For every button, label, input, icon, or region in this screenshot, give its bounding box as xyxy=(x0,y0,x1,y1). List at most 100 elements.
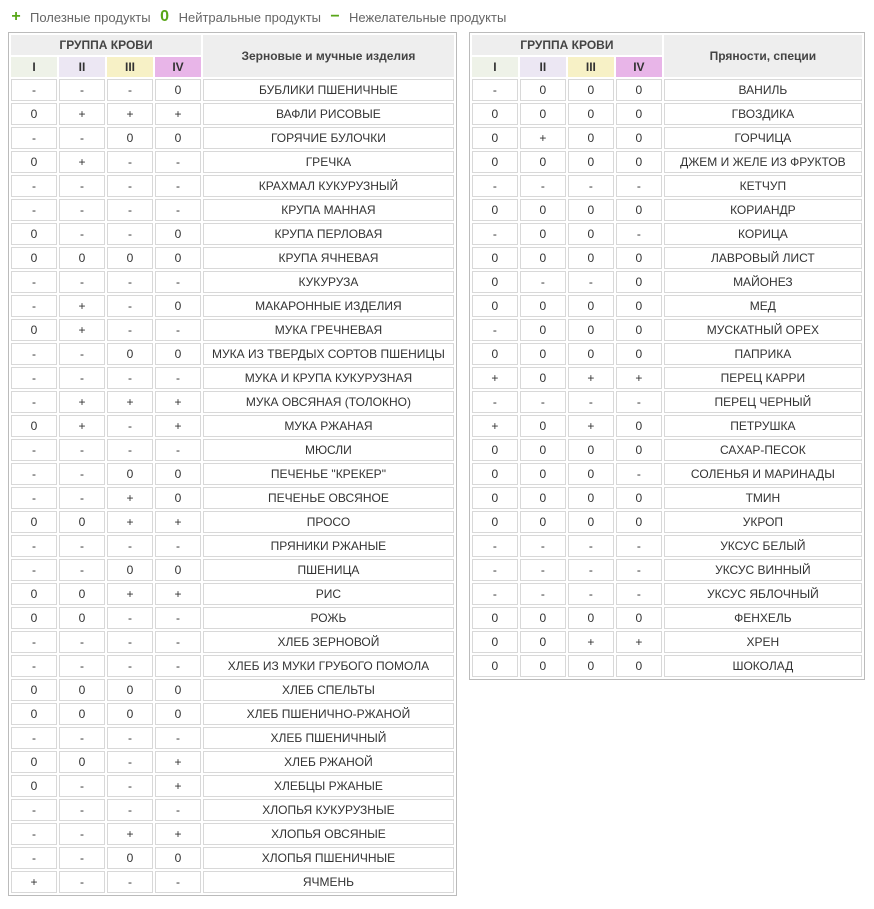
food-name: ХЛЕБ ПШЕНИЧНО-РЖАНОЙ xyxy=(203,703,454,725)
food-name: СОЛЕНЬЯ И МАРИНАДЫ xyxy=(664,463,862,485)
value-cell: + xyxy=(568,631,614,653)
value-cell: - xyxy=(616,223,662,245)
food-name: КРАХМАЛ КУКУРУЗНЫЙ xyxy=(203,175,454,197)
table-row: 0--+ХЛЕБЦЫ РЖАНЫЕ xyxy=(11,775,454,797)
food-name: ХЛЕБ РЖАНОЙ xyxy=(203,751,454,773)
legend-minus-label: Нежелательные продукты xyxy=(349,10,506,25)
value-cell: - xyxy=(107,439,153,461)
value-cell: - xyxy=(155,871,201,893)
value-cell: + xyxy=(568,415,614,437)
value-cell: 0 xyxy=(155,127,201,149)
value-cell: - xyxy=(107,871,153,893)
value-cell: - xyxy=(11,799,57,821)
table-row: 0+00ГОРЧИЦА xyxy=(472,127,862,149)
food-name: МАКАРОННЫЕ ИЗДЕЛИЯ xyxy=(203,295,454,317)
value-cell: - xyxy=(520,391,566,413)
value-cell: 0 xyxy=(520,295,566,317)
value-cell: - xyxy=(472,391,518,413)
value-cell: + xyxy=(155,103,201,125)
value-cell: - xyxy=(59,487,105,509)
table-row: 0000ХЛЕБ ПШЕНИЧНО-РЖАНОЙ xyxy=(11,703,454,725)
food-name: МУКА ОВСЯНАЯ (ТОЛОКНО) xyxy=(203,391,454,413)
value-cell: - xyxy=(568,535,614,557)
value-cell: 0 xyxy=(616,511,662,533)
value-cell: 0 xyxy=(568,127,614,149)
value-cell: 0 xyxy=(616,319,662,341)
value-cell: 0 xyxy=(568,247,614,269)
value-cell: - xyxy=(155,175,201,197)
value-cell: 0 xyxy=(107,247,153,269)
value-cell: 0 xyxy=(472,487,518,509)
value-cell: + xyxy=(59,151,105,173)
value-cell: 0 xyxy=(59,607,105,629)
value-cell: 0 xyxy=(568,319,614,341)
value-cell: 0 xyxy=(616,79,662,101)
header-col-I: I xyxy=(472,57,518,77)
value-cell: 0 xyxy=(520,151,566,173)
table-row: ----КЕТЧУП xyxy=(472,175,862,197)
value-cell: 0 xyxy=(11,607,57,629)
value-cell: 0 xyxy=(568,655,614,677)
value-cell: 0 xyxy=(520,247,566,269)
table-row: -00-КОРИЦА xyxy=(472,223,862,245)
value-cell: 0 xyxy=(568,511,614,533)
table-row: --00ПШЕНИЦА xyxy=(11,559,454,581)
value-cell: - xyxy=(11,343,57,365)
value-cell: - xyxy=(568,583,614,605)
table-row: 000-СОЛЕНЬЯ И МАРИНАДЫ xyxy=(472,463,862,485)
food-name: ЯЧМЕНЬ xyxy=(203,871,454,893)
value-cell: 0 xyxy=(155,487,201,509)
value-cell: 0 xyxy=(520,343,566,365)
food-name: ГВОЗДИКА xyxy=(664,103,862,125)
table-row: -000МУСКАТНЫЙ ОРЕХ xyxy=(472,319,862,341)
table-row: ----ХЛЕБ ЗЕРНОВОЙ xyxy=(11,631,454,653)
table-row: ----ХЛЕБ ПШЕНИЧНЫЙ xyxy=(11,727,454,749)
value-cell: 0 xyxy=(568,487,614,509)
food-name: УКСУС ВИННЫЙ xyxy=(664,559,862,581)
value-cell: - xyxy=(155,367,201,389)
value-cell: + xyxy=(59,103,105,125)
value-cell: - xyxy=(616,559,662,581)
food-name: МЕД xyxy=(664,295,862,317)
value-cell: + xyxy=(155,751,201,773)
value-cell: 0 xyxy=(472,439,518,461)
value-cell: + xyxy=(472,415,518,437)
value-cell: - xyxy=(616,175,662,197)
value-cell: 0 xyxy=(59,751,105,773)
value-cell: - xyxy=(59,559,105,581)
value-cell: 0 xyxy=(520,607,566,629)
table-row: 0000КРУПА ЯЧНЕВАЯ xyxy=(11,247,454,269)
table-row: -+-0МАКАРОННЫЕ ИЗДЕЛИЯ xyxy=(11,295,454,317)
food-name: УКРОП xyxy=(664,511,862,533)
value-cell: - xyxy=(155,151,201,173)
value-cell: - xyxy=(107,631,153,653)
value-cell: 0 xyxy=(616,247,662,269)
value-cell: 0 xyxy=(520,487,566,509)
value-cell: 0 xyxy=(616,439,662,461)
table-row: -+++МУКА ОВСЯНАЯ (ТОЛОКНО) xyxy=(11,391,454,413)
value-cell: - xyxy=(472,79,518,101)
value-cell: - xyxy=(59,535,105,557)
value-cell: + xyxy=(59,319,105,341)
value-cell: 0 xyxy=(155,559,201,581)
value-cell: - xyxy=(568,559,614,581)
food-name: КОРИЦА xyxy=(664,223,862,245)
value-cell: - xyxy=(11,823,57,845)
value-cell: - xyxy=(472,175,518,197)
food-name: ХЛЕБ ЗЕРНОВОЙ xyxy=(203,631,454,653)
food-name: САХАР-ПЕСОК xyxy=(664,439,862,461)
value-cell: - xyxy=(107,727,153,749)
value-cell: - xyxy=(59,631,105,653)
value-cell: 0 xyxy=(472,631,518,653)
value-cell: + xyxy=(155,415,201,437)
food-name: ПРЯНИКИ РЖАНЫЕ xyxy=(203,535,454,557)
value-cell: - xyxy=(59,175,105,197)
value-cell: 0 xyxy=(11,679,57,701)
value-cell: 0 xyxy=(568,103,614,125)
header-title: Пряности, специи xyxy=(664,35,862,77)
header-col-III: III xyxy=(568,57,614,77)
value-cell: - xyxy=(59,199,105,221)
value-cell: - xyxy=(155,655,201,677)
value-cell: 0 xyxy=(616,655,662,677)
value-cell: 0 xyxy=(568,223,614,245)
